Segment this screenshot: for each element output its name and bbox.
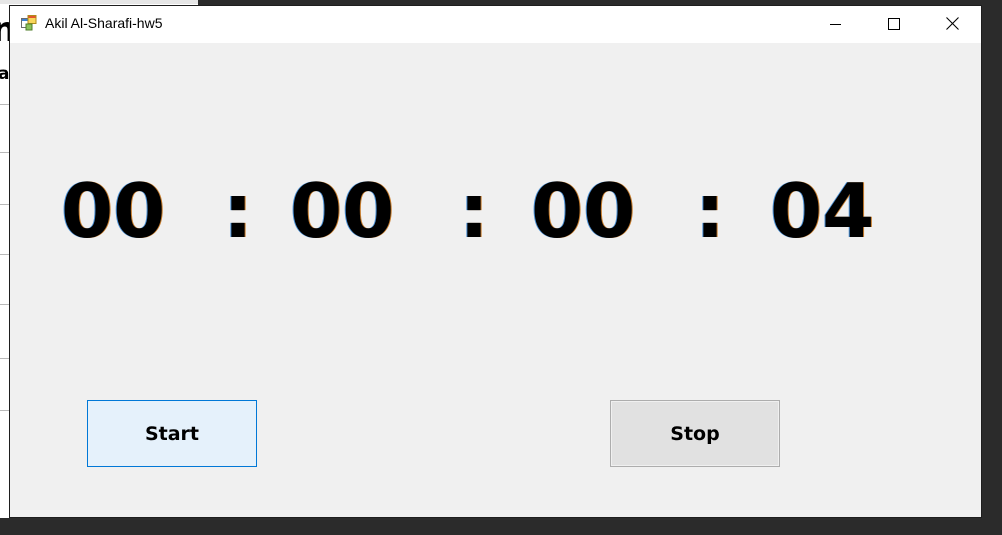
ticks-label: 04 — [770, 167, 875, 255]
separator-label: : — [223, 167, 253, 255]
minimize-button[interactable] — [807, 6, 865, 43]
separator-label: : — [695, 167, 725, 255]
close-icon — [945, 15, 959, 34]
minutes-label: 00 — [290, 167, 395, 255]
hours-label: 00 — [61, 167, 166, 255]
seconds-label: 00 — [531, 167, 636, 255]
desktop-background — [0, 518, 1002, 535]
winforms-app-icon[interactable] — [21, 15, 37, 31]
start-button[interactable]: Start — [87, 400, 257, 467]
separator-label: : — [459, 167, 489, 255]
background-titlebar — [0, 0, 198, 4]
stop-button[interactable]: Stop — [610, 400, 780, 467]
minimize-icon — [830, 15, 842, 34]
close-button[interactable] — [923, 6, 981, 43]
stopwatch-window: Akil Al-Sharafi-hw5 00 : 00 : 00 : 04 St… — [9, 5, 982, 518]
maximize-icon — [888, 15, 900, 34]
title-bar[interactable]: Akil Al-Sharafi-hw5 — [10, 6, 981, 43]
window-title: Akil Al-Sharafi-hw5 — [45, 15, 163, 31]
maximize-button[interactable] — [865, 6, 923, 43]
